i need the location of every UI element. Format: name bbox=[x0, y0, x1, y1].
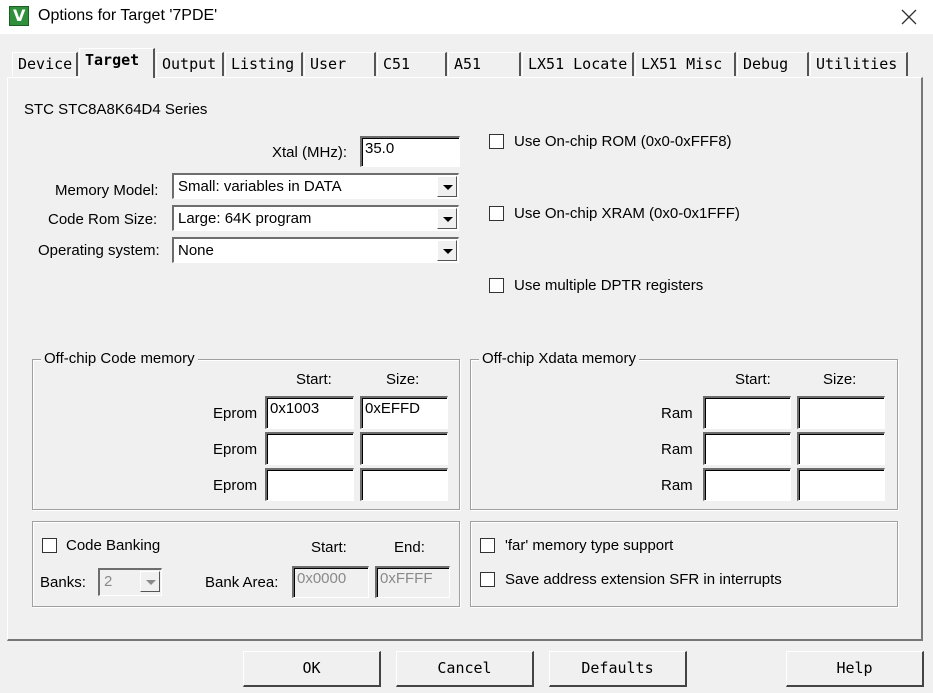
tab-lx51-misc[interactable]: LX51 Misc bbox=[635, 52, 736, 76]
operating-system-value: None bbox=[178, 242, 214, 259]
bank-area-start-input[interactable]: 0x0000 bbox=[292, 566, 369, 598]
bank-area-end-input[interactable]: 0xFFFF bbox=[375, 566, 450, 598]
eprom-size-input-1[interactable]: 0xEFFD bbox=[360, 396, 448, 429]
use-onchip-rom-checkbox[interactable] bbox=[489, 134, 504, 149]
operating-system-select[interactable]: None bbox=[172, 237, 459, 263]
bank-area-label: Bank Area: bbox=[205, 574, 279, 591]
offchip-xdata-memory-title: Off-chip Xdata memory bbox=[479, 350, 639, 367]
save-address-extension-label: Save address extension SFR in interrupts bbox=[505, 571, 782, 588]
use-onchip-xram-checkbox[interactable] bbox=[489, 206, 504, 221]
xtal-label: Xtal (MHz): bbox=[272, 144, 347, 161]
defaults-button[interactable]: Defaults bbox=[549, 651, 687, 687]
xtal-input[interactable]: 35.0 bbox=[360, 136, 460, 167]
far-memory-label: 'far' memory type support bbox=[505, 537, 674, 554]
offchip-xdata-start-header: Start: bbox=[735, 371, 771, 388]
tab-debug[interactable]: Debug bbox=[737, 52, 809, 76]
use-multiple-dptr-checkbox[interactable] bbox=[489, 278, 504, 293]
tab-listing[interactable]: Listing bbox=[225, 52, 303, 76]
offchip-xdata-size-header: Size: bbox=[823, 371, 857, 388]
ram-label-3: Ram bbox=[661, 477, 693, 494]
ram-label-2: Ram bbox=[661, 441, 693, 458]
eprom-size-input-3[interactable] bbox=[360, 468, 448, 501]
ram-start-input-1[interactable] bbox=[703, 396, 791, 429]
code-rom-size-label: Code Rom Size: bbox=[48, 211, 158, 228]
eprom-label-2: Eprom bbox=[213, 441, 258, 458]
bank-start-header: Start: bbox=[311, 539, 347, 556]
ram-size-input-1[interactable] bbox=[797, 396, 885, 429]
code-banking-label: Code Banking bbox=[66, 537, 161, 554]
operating-system-label: Operating system: bbox=[38, 242, 160, 259]
code-rom-size-select[interactable]: Large: 64K program bbox=[172, 205, 459, 231]
code-banking-checkbox[interactable] bbox=[42, 538, 57, 553]
tab-output[interactable]: Output bbox=[156, 52, 224, 76]
code-rom-size-value: Large: 64K program bbox=[178, 210, 312, 227]
chevron-down-icon[interactable] bbox=[437, 176, 457, 197]
tab-a51[interactable]: A51 bbox=[448, 52, 521, 76]
close-icon bbox=[901, 9, 917, 25]
ram-label-1: Ram bbox=[661, 405, 693, 422]
save-address-extension-checkbox[interactable] bbox=[480, 572, 495, 587]
memory-model-label: Memory Model: bbox=[55, 182, 159, 199]
far-memory-checkbox[interactable] bbox=[480, 538, 495, 553]
eprom-start-input-3[interactable] bbox=[265, 468, 354, 501]
offchip-code-start-header: Start: bbox=[296, 371, 332, 388]
bank-end-header: End: bbox=[394, 539, 425, 556]
device-series-label: STC STC8A8K64D4 Series bbox=[24, 101, 208, 118]
keil-app-icon bbox=[9, 6, 29, 26]
tab-device[interactable]: Device bbox=[12, 52, 78, 76]
memory-model-value: Small: variables in DATA bbox=[178, 178, 342, 195]
chevron-down-icon[interactable] bbox=[437, 240, 457, 261]
tab-c51[interactable]: C51 bbox=[377, 52, 447, 76]
help-button[interactable]: Help bbox=[786, 651, 924, 687]
eprom-label-3: Eprom bbox=[213, 477, 258, 494]
use-onchip-rom-label: Use On-chip ROM (0x0-0xFFF8) bbox=[514, 133, 732, 150]
banks-label: Banks: bbox=[40, 574, 86, 591]
ram-size-input-2[interactable] bbox=[797, 432, 885, 465]
banks-value: 2 bbox=[104, 573, 113, 590]
cancel-button[interactable]: Cancel bbox=[396, 651, 534, 687]
use-multiple-dptr-label: Use multiple DPTR registers bbox=[514, 277, 704, 294]
tab-lx51-locate[interactable]: LX51 Locate bbox=[522, 52, 634, 76]
memory-options-group bbox=[470, 521, 898, 607]
tab-user[interactable]: User bbox=[304, 52, 376, 76]
ram-size-input-3[interactable] bbox=[797, 468, 885, 501]
banks-select[interactable]: 2 bbox=[98, 568, 162, 596]
chevron-down-icon[interactable] bbox=[140, 571, 160, 592]
ok-button[interactable]: OK bbox=[243, 651, 381, 687]
tab-target[interactable]: Target bbox=[79, 48, 155, 78]
chevron-down-icon[interactable] bbox=[437, 208, 457, 229]
close-button[interactable] bbox=[892, 4, 926, 30]
eprom-start-input-2[interactable] bbox=[265, 432, 354, 465]
use-onchip-xram-label: Use On-chip XRAM (0x0-0x1FFF) bbox=[514, 205, 740, 222]
window-title: Options for Target '7PDE' bbox=[38, 7, 218, 24]
ram-start-input-3[interactable] bbox=[703, 468, 791, 501]
memory-model-select[interactable]: Small: variables in DATA bbox=[172, 173, 459, 199]
eprom-label-1: Eprom bbox=[213, 405, 258, 422]
offchip-code-size-header: Size: bbox=[386, 371, 420, 388]
eprom-size-input-2[interactable] bbox=[360, 432, 448, 465]
tab-utilities[interactable]: Utilities bbox=[810, 52, 908, 76]
ram-start-input-2[interactable] bbox=[703, 432, 791, 465]
offchip-code-memory-title: Off-chip Code memory bbox=[41, 350, 198, 367]
eprom-start-input-1[interactable]: 0x1003 bbox=[265, 396, 354, 429]
